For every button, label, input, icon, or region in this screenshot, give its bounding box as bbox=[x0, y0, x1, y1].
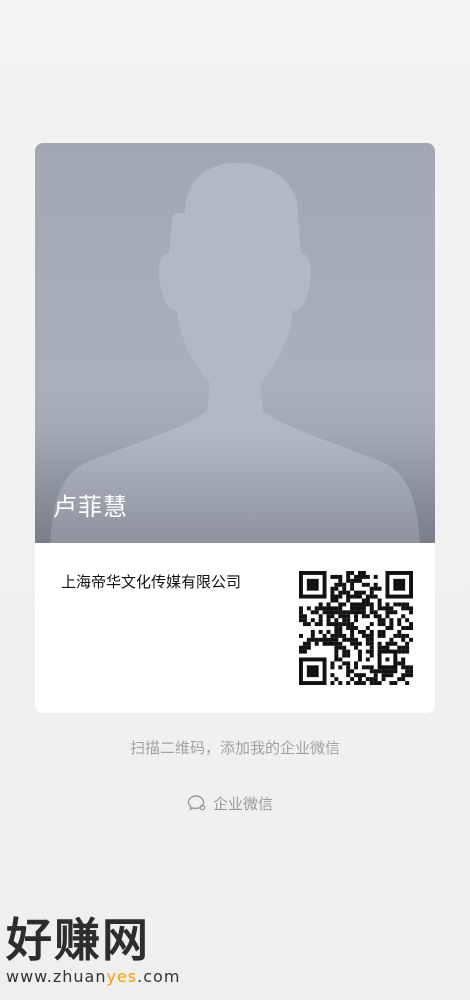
wework-link[interactable]: 企业微信 bbox=[187, 792, 273, 814]
wework-business-card-page: 卢菲慧 上海帝华文化传媒有限公司 扫描二维码，添加我的企业微信 企业微信 好赚网… bbox=[0, 0, 470, 1000]
wework-icon bbox=[187, 795, 206, 811]
site-watermark: 好赚网 www.zhuanyes.com bbox=[6, 912, 206, 986]
company-name: 上海帝华文化传媒有限公司 bbox=[61, 573, 242, 591]
qr-code[interactable] bbox=[299, 571, 413, 685]
watermark-url: www.zhuanyes.com bbox=[6, 967, 181, 986]
wework-link-label: 企业微信 bbox=[213, 794, 274, 813]
business-card: 卢菲慧 上海帝华文化传媒有限公司 bbox=[35, 143, 435, 713]
avatar-placeholder: 卢菲慧 bbox=[35, 143, 435, 543]
watermark-logo-text: 好赚网 bbox=[6, 913, 150, 967]
scan-hint-text: 扫描二维码，添加我的企业微信 bbox=[129, 739, 340, 757]
contact-name: 卢菲慧 bbox=[53, 493, 128, 521]
